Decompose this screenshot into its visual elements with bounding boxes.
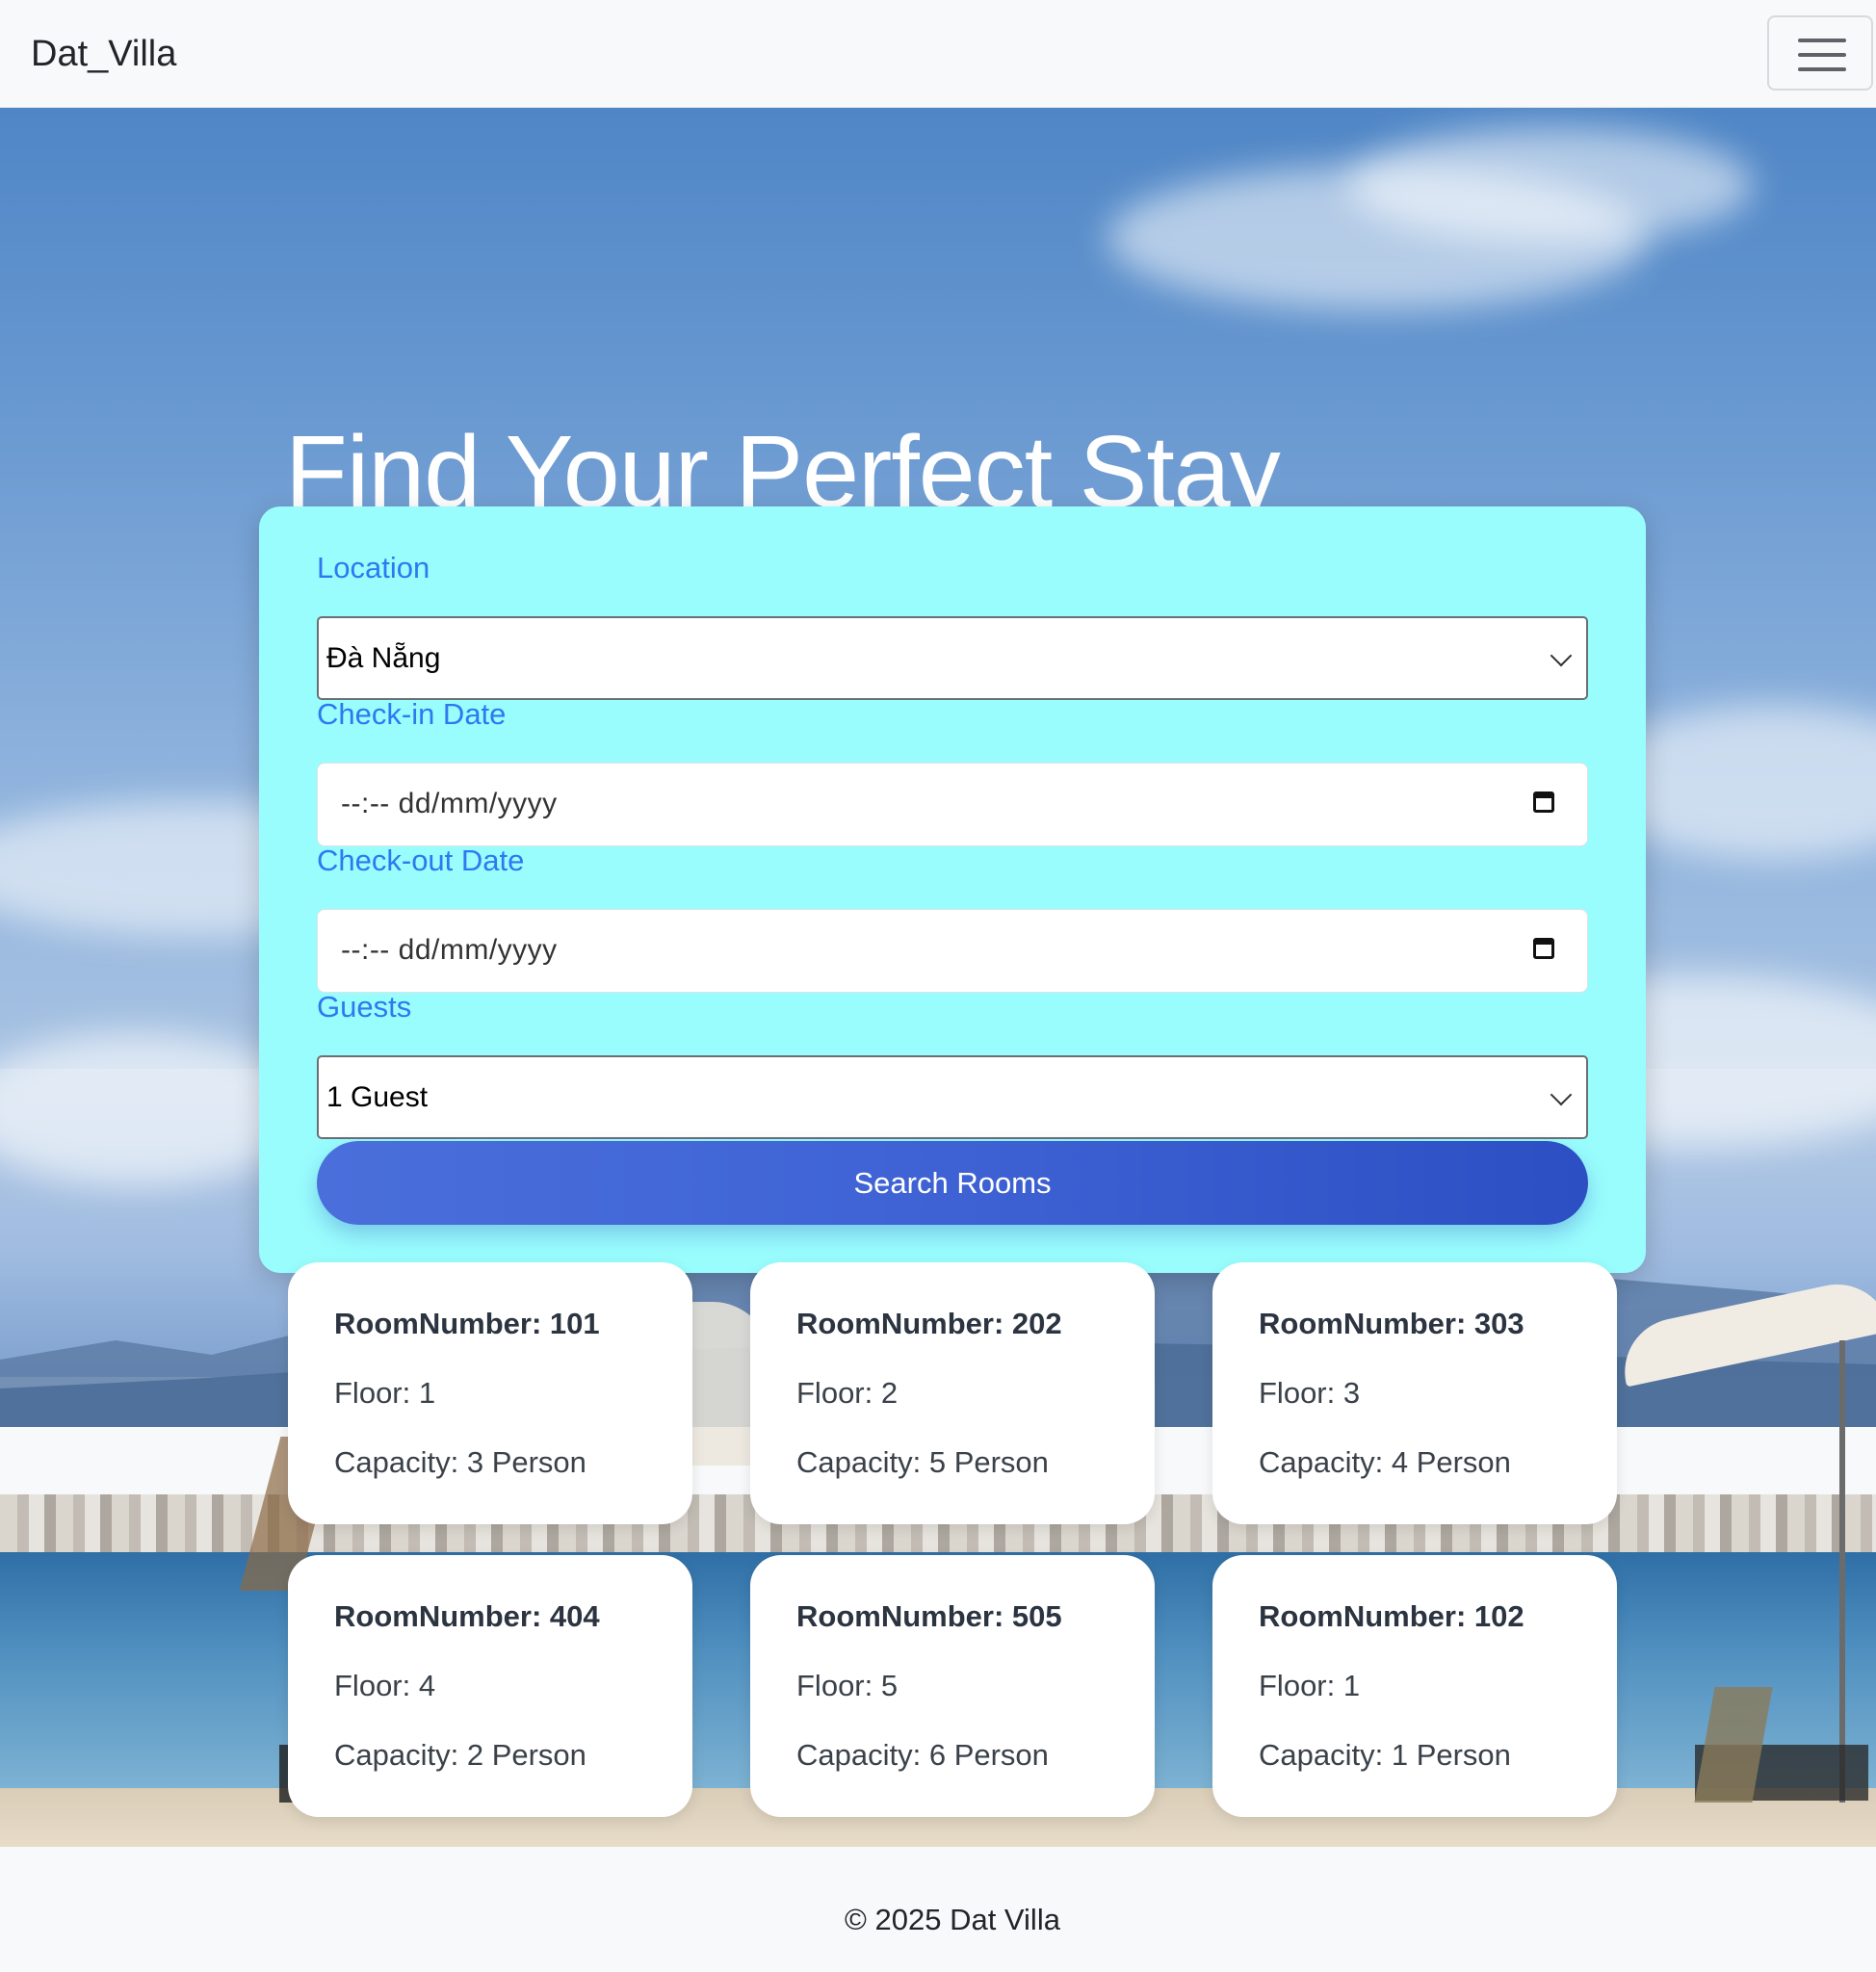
room-capacity: Capacity: 4 Person [1259, 1445, 1511, 1479]
checkin-label: Check-in Date [317, 697, 507, 731]
room-number: RoomNumber: 404 [334, 1599, 600, 1633]
room-card[interactable]: RoomNumber: 102 Floor: 1 Capacity: 1 Per… [1212, 1555, 1617, 1817]
room-capacity: Capacity: 1 Person [1259, 1738, 1511, 1772]
location-select[interactable]: Đà Nẵng [317, 616, 1588, 700]
room-capacity: Capacity: 5 Person [796, 1445, 1049, 1479]
hero-section: Find Your Perfect Stay Location Đà Nẵng … [0, 108, 1876, 1847]
footer-copyright: © 2025 Dat Villa [845, 1903, 1060, 1936]
checkin-date-input[interactable]: --:-- dd/mm/yyyy [317, 763, 1588, 846]
footer: © 2025 Dat Villa [0, 1847, 1876, 1972]
chevron-down-icon [1550, 644, 1573, 667]
search-rooms-button[interactable]: Search Rooms [317, 1141, 1588, 1225]
room-floor: Floor: 4 [334, 1669, 436, 1702]
guests-select[interactable]: 1 Guest [317, 1055, 1588, 1139]
search-form-card: Location Đà Nẵng Check-in Date --:-- dd/… [259, 506, 1646, 1273]
location-select-value: Đà Nẵng [326, 642, 441, 674]
brand-logo[interactable]: Dat_Villa [31, 29, 176, 79]
room-capacity: Capacity: 6 Person [796, 1738, 1049, 1772]
calendar-icon[interactable] [1533, 938, 1554, 959]
room-number: RoomNumber: 101 [334, 1307, 600, 1340]
calendar-icon[interactable] [1533, 791, 1554, 813]
guests-select-value: 1 Guest [326, 1081, 429, 1113]
checkin-date-value: --:-- dd/mm/yyyy [341, 788, 558, 819]
room-floor: Floor: 5 [796, 1669, 899, 1702]
room-floor: Floor: 3 [1259, 1376, 1361, 1410]
room-number: RoomNumber: 505 [796, 1599, 1062, 1633]
chevron-down-icon [1550, 1083, 1573, 1106]
room-number: RoomNumber: 303 [1259, 1307, 1524, 1340]
location-label: Location [317, 551, 430, 584]
room-capacity: Capacity: 3 Person [334, 1445, 586, 1479]
checkout-date-input[interactable]: --:-- dd/mm/yyyy [317, 909, 1588, 993]
room-number: RoomNumber: 202 [796, 1307, 1062, 1340]
guests-label: Guests [317, 990, 412, 1024]
room-card[interactable]: RoomNumber: 303 Floor: 3 Capacity: 4 Per… [1212, 1262, 1617, 1524]
room-card[interactable]: RoomNumber: 101 Floor: 1 Capacity: 3 Per… [288, 1262, 692, 1524]
checkout-label: Check-out Date [317, 843, 525, 877]
menu-toggle-button[interactable] [1767, 15, 1873, 91]
room-capacity: Capacity: 2 Person [334, 1738, 586, 1772]
room-floor: Floor: 1 [1259, 1669, 1361, 1702]
room-number: RoomNumber: 102 [1259, 1599, 1524, 1633]
room-floor: Floor: 2 [796, 1376, 899, 1410]
navbar: Dat_Villa [0, 0, 1876, 108]
room-card[interactable]: RoomNumber: 505 Floor: 5 Capacity: 6 Per… [750, 1555, 1155, 1817]
room-floor: Floor: 1 [334, 1376, 436, 1410]
room-card[interactable]: RoomNumber: 202 Floor: 2 Capacity: 5 Per… [750, 1262, 1155, 1524]
room-card[interactable]: RoomNumber: 404 Floor: 4 Capacity: 2 Per… [288, 1555, 692, 1817]
checkout-date-value: --:-- dd/mm/yyyy [341, 934, 558, 966]
